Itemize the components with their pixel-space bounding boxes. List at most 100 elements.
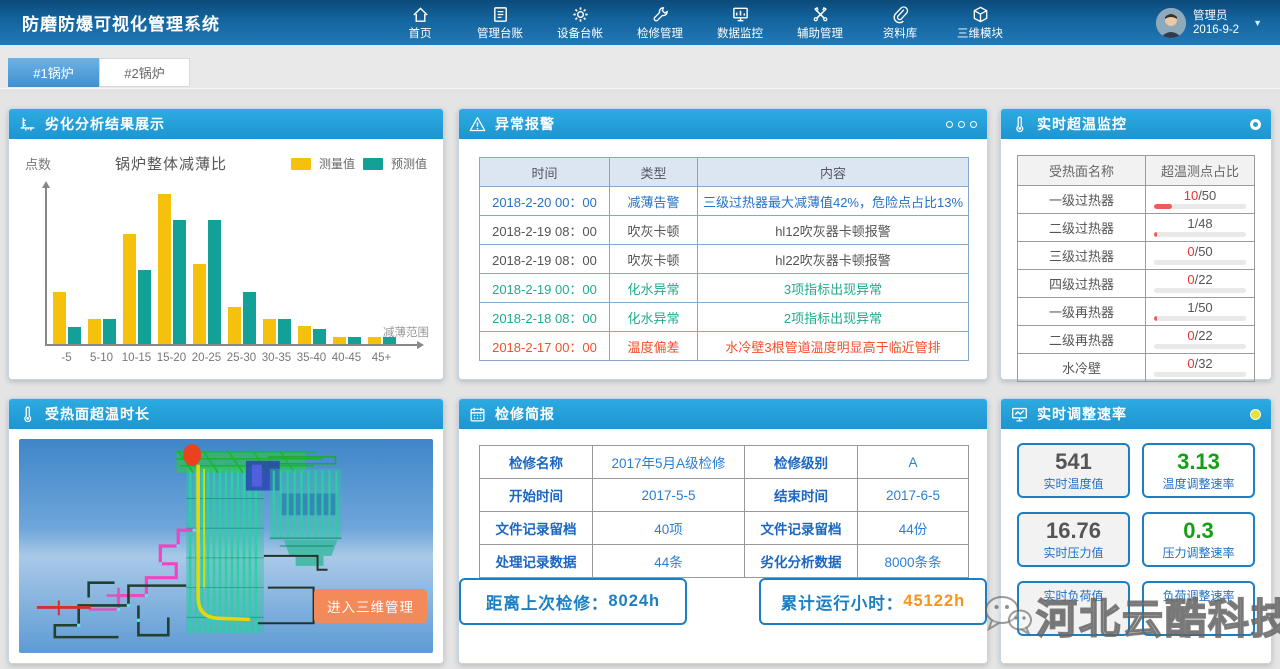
alarm-cell: 三级过热器最大减薄值42%，危险点占比13% <box>698 187 969 216</box>
rate-label: 温度调整速率 <box>1144 475 1253 492</box>
alarm-row: 2018-2-20 00：00减薄告警三级过热器最大减薄值42%，危险点占比13… <box>480 187 969 216</box>
nav-item-2[interactable]: 管理台账 <box>460 0 540 45</box>
chart-ylabel: 点数 <box>25 154 51 173</box>
enter-3d-button[interactable]: 进入三维管理 <box>314 589 427 623</box>
overtemp-row: 一级再热器1/50 <box>1018 298 1255 326</box>
alarm-row: 2018-2-18 08：00化水异常2项指标出现异常 <box>480 303 969 332</box>
bar-预测值 <box>313 329 326 344</box>
ratio-text: 0/50 <box>1146 243 1254 258</box>
x-tick-label: 5-10 <box>84 352 119 364</box>
maintenance-value: 8000条条 <box>858 545 969 578</box>
alarm-cell: 化水异常 <box>610 303 698 332</box>
overtemp-ratio: 1/48 <box>1146 214 1255 242</box>
surface-name: 水冷壁 <box>1018 354 1146 382</box>
maintenance-row: 检修名称2017年5月A级检修检修级别A <box>480 446 969 479</box>
tools-icon <box>811 5 830 24</box>
column-header: 受热面名称 <box>1018 156 1146 186</box>
alarm-cell: 水冷壁3根管道温度明显高于临近管排 <box>698 332 969 361</box>
panel-maintenance-header: 检修简报 <box>459 399 987 429</box>
nav-item-6[interactable]: 辅助管理 <box>780 0 860 45</box>
panel-overtemp-header: 实时超温监控 <box>1001 109 1271 139</box>
rate-value: 3.13 <box>1144 449 1253 475</box>
gear-icon <box>571 5 590 24</box>
panel-title: 实时超温监控 <box>1037 114 1127 134</box>
surface-name: 二级再热器 <box>1018 326 1146 354</box>
rate-box-6: 负荷调整速率 <box>1142 581 1255 636</box>
nav-item-label: 设备台帐 <box>557 25 603 41</box>
nav-item-8[interactable]: 三维模块 <box>940 0 1020 45</box>
bar-group: 40-45 <box>329 184 364 344</box>
alarm-cell: 2018-2-17 00：00 <box>480 332 610 361</box>
tab-boiler-1[interactable]: #1锅炉 <box>8 58 99 87</box>
rate-box-3: 16.76实时压力值 <box>1017 512 1130 567</box>
overtemp-ratio: 10/50 <box>1146 186 1255 214</box>
alarm-row: 2018-2-19 08：00吹灰卡顿hl22吹灰器卡顿报警 <box>480 245 969 274</box>
ratio-text: 1/50 <box>1146 299 1254 314</box>
maintenance-label: 开始时间 <box>480 479 593 512</box>
panel-degradation-header: 劣化分析结果展示 <box>9 109 443 139</box>
maintenance-value: 2017年5月A级检修 <box>593 446 745 479</box>
ratio-numerator: 10 <box>1184 188 1198 203</box>
bar-测量值 <box>228 307 241 344</box>
alarm-cell: 化水异常 <box>610 274 698 303</box>
thermometer-icon <box>19 406 36 423</box>
progress-fill <box>1154 204 1172 209</box>
nav-item-label: 检修管理 <box>637 25 683 41</box>
panel-degradation-analysis: 劣化分析结果展示 点数 锅炉整体减薄比 测量值预测值 -55-1010-1515… <box>8 108 444 380</box>
tab-boiler-2[interactable]: #2锅炉 <box>99 58 190 87</box>
stat-button-2[interactable]: 累计运行小时：45122h <box>759 578 987 625</box>
ratio-text: 0/22 <box>1146 327 1254 342</box>
alarm-cell: 温度偏差 <box>610 332 698 361</box>
rate-box-2: 3.13温度调整速率 <box>1142 443 1255 498</box>
nav-item-3[interactable]: 设备台帐 <box>540 0 620 45</box>
chart-title: 锅炉整体减薄比 <box>51 153 291 174</box>
nav-item-4[interactable]: 检修管理 <box>620 0 700 45</box>
panel-maintenance-brief: 检修简报 检修名称2017年5月A级检修检修级别A开始时间2017-5-5结束时… <box>458 398 988 664</box>
user-menu[interactable]: 管理员 2016-9-2 ▼ <box>1156 0 1262 45</box>
bar-测量值 <box>368 337 381 344</box>
overtemp-row: 一级过热器10/50 <box>1018 186 1255 214</box>
rate-label: 实时压力值 <box>1019 544 1128 561</box>
alarm-cell: 2018-2-19 08：00 <box>480 245 610 274</box>
x-tick-label: 30-35 <box>259 352 294 364</box>
ratio-denominator: /22 <box>1195 272 1213 287</box>
panel-indicator-dot[interactable] <box>1250 409 1261 420</box>
bar-预测值 <box>173 220 186 344</box>
bar-group: 10-15 <box>119 184 154 344</box>
boiler-tabbar: #1锅炉#2锅炉 <box>0 45 1280 89</box>
chevron-down-icon[interactable]: ▼ <box>1253 18 1262 28</box>
maintenance-value: 44份 <box>858 512 969 545</box>
main-nav: 首页管理台账设备台帐 检修管理 数据监控辅助管理资料库三维模块 <box>380 0 1020 45</box>
bar-预测值 <box>243 292 256 344</box>
bar-group: 45+ <box>364 184 399 344</box>
warning-icon <box>469 116 486 133</box>
panel-alarms: 异常报警 时间类型内容 2018-2-20 00：00减薄告警三级过热器最大减薄… <box>458 108 988 380</box>
bar-group: 20-25 <box>189 184 224 344</box>
x-tick-label: 15-20 <box>154 352 189 364</box>
y-axis <box>45 184 47 346</box>
nav-item-1[interactable]: 首页 <box>380 0 460 45</box>
nav-item-7[interactable]: 资料库 <box>860 0 940 45</box>
progress-fill <box>1154 316 1157 321</box>
avatar <box>1156 8 1186 38</box>
panel-3d-header: 受热面超温时长 <box>9 399 443 429</box>
rate-label: 负荷调整速率 <box>1144 587 1253 604</box>
ratio-numerator: 0 <box>1187 244 1194 259</box>
stat-button-1[interactable]: 距离上次检修：8024h <box>459 578 687 625</box>
repair-wrench-icon <box>651 5 670 24</box>
alarm-table: 时间类型内容 2018-2-20 00：00减薄告警三级过热器最大减薄值42%，… <box>479 157 969 361</box>
bar-group: 25-30 <box>224 184 259 344</box>
panel-options-dots[interactable] <box>946 121 977 128</box>
bar-group: 30-35 <box>259 184 294 344</box>
ratio-denominator: /32 <box>1195 356 1213 371</box>
progress-track <box>1154 232 1246 237</box>
legend-swatch <box>291 158 311 170</box>
nav-item-5[interactable]: 数据监控 <box>700 0 780 45</box>
legend-label: 预测值 <box>391 155 427 172</box>
ratio-denominator: /50 <box>1195 244 1213 259</box>
overtemp-row: 水冷壁0/32 <box>1018 354 1255 382</box>
panel-indicator-ring[interactable] <box>1250 119 1261 130</box>
progress-track <box>1154 372 1246 377</box>
alarm-cell: 吹灰卡顿 <box>610 216 698 245</box>
maintenance-label: 结束时间 <box>745 479 858 512</box>
